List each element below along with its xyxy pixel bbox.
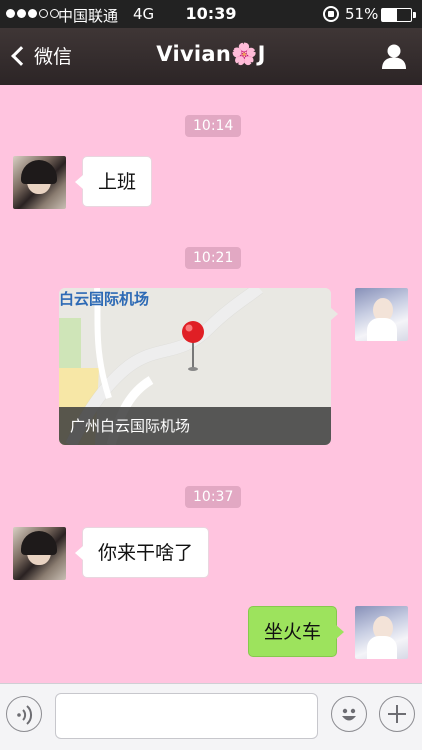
sent-message[interactable]: 坐火车 xyxy=(248,606,345,657)
input-bar xyxy=(0,683,422,750)
bubble-tail xyxy=(330,307,338,321)
voice-icon xyxy=(17,705,33,725)
my-avatar[interactable] xyxy=(355,606,408,659)
location-message[interactable]: 白云国际机场 广州白云国际机场 xyxy=(59,288,331,445)
timestamp: 10:14 xyxy=(185,115,242,137)
smiley-icon xyxy=(342,708,356,721)
received-message[interactable]: 上班 xyxy=(74,156,153,207)
message-input[interactable] xyxy=(55,693,318,739)
map-place-label: 白云国际机场 xyxy=(59,290,150,308)
my-avatar[interactable] xyxy=(355,288,408,341)
map-pin-icon xyxy=(182,321,204,371)
voice-input-button[interactable] xyxy=(6,696,42,732)
location-caption: 广州白云国际机场 xyxy=(59,407,331,445)
battery-percentage: 51% xyxy=(345,5,379,23)
contact-avatar[interactable] xyxy=(13,527,66,580)
emoji-button[interactable] xyxy=(331,696,367,732)
person-icon xyxy=(382,44,406,69)
received-message[interactable]: 你来干啥了 xyxy=(74,527,210,578)
chat-title: Vivian🌸J xyxy=(156,42,266,66)
timestamp: 10:37 xyxy=(185,486,242,508)
battery-icon xyxy=(381,8,416,22)
more-options-button[interactable] xyxy=(379,696,415,732)
chat-area[interactable]: 10:14 上班 10:21 白云国际机场 广州白云国际机场 10:37 你来干… xyxy=(0,85,422,683)
battery-level xyxy=(382,9,397,21)
battery-tip xyxy=(413,12,416,18)
status-bar: 中国联通 4G 10:39 51% xyxy=(0,0,422,28)
profile-button[interactable] xyxy=(380,42,408,70)
timestamp: 10:21 xyxy=(185,247,242,269)
plus-icon xyxy=(388,705,406,723)
rotation-lock-icon xyxy=(323,6,339,22)
contact-avatar[interactable] xyxy=(13,156,66,209)
navigation-bar: 微信 Vivian🌸J xyxy=(0,28,422,85)
